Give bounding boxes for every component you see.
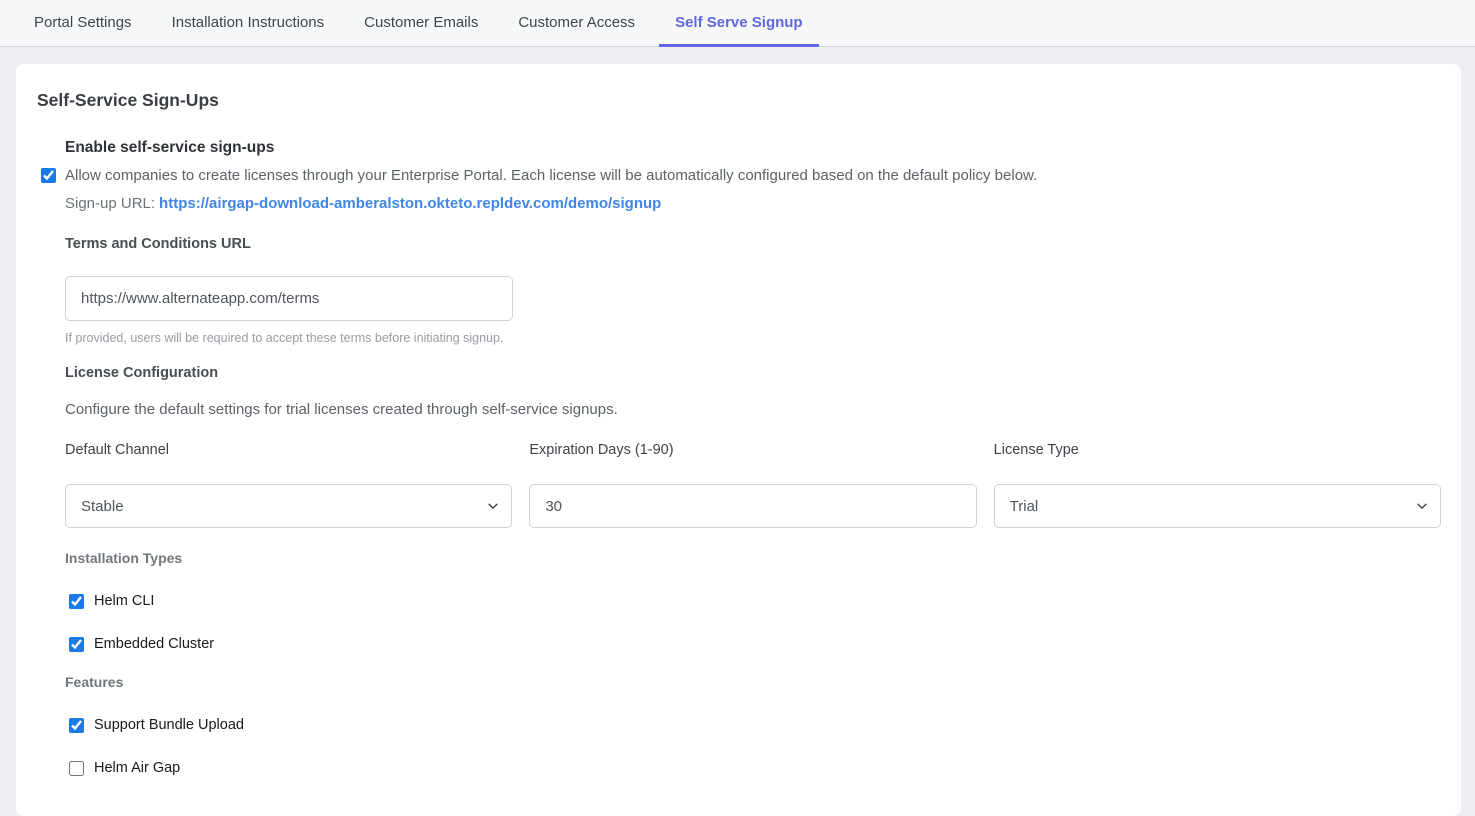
enable-signups-row: Allow companies to create licenses throu… bbox=[41, 166, 1441, 186]
features-heading: Features bbox=[65, 674, 1441, 690]
license-configuration-description: Configure the default settings for trial… bbox=[65, 401, 1441, 418]
page-title: Self-Service Sign-Ups bbox=[37, 90, 1441, 111]
embedded-cluster-row: Embedded Cluster bbox=[69, 636, 1441, 652]
license-type-field: License Type Trial bbox=[994, 442, 1441, 528]
default-channel-select[interactable]: Stable bbox=[65, 484, 512, 528]
expiration-days-input[interactable] bbox=[529, 484, 976, 528]
self-service-signups-panel: Self-Service Sign-Ups Enable self-servic… bbox=[16, 64, 1461, 816]
enable-signups-description: Allow companies to create licenses throu… bbox=[65, 166, 1037, 186]
license-configuration-heading: License Configuration bbox=[65, 365, 1441, 381]
signup-settings-form: Enable self-service sign-ups Allow compa… bbox=[65, 139, 1441, 776]
signup-url-link[interactable]: https://airgap-download-amberalston.okte… bbox=[159, 195, 661, 212]
embedded-cluster-label[interactable]: Embedded Cluster bbox=[94, 636, 214, 652]
license-type-select[interactable]: Trial bbox=[994, 484, 1441, 528]
support-bundle-upload-checkbox[interactable] bbox=[69, 718, 84, 733]
tab-customer-access[interactable]: Customer Access bbox=[502, 0, 651, 47]
terms-url-help-text: If provided, users will be required to a… bbox=[65, 331, 1441, 345]
helm-cli-row: Helm CLI bbox=[69, 593, 1441, 609]
settings-tab-bar: Portal Settings Installation Instruction… bbox=[0, 0, 1475, 47]
embedded-cluster-checkbox[interactable] bbox=[69, 637, 84, 652]
signup-url-line: Sign-up URL:https://airgap-download-ambe… bbox=[65, 195, 1441, 212]
default-channel-field: Default Channel Stable bbox=[65, 442, 512, 528]
tab-portal-settings[interactable]: Portal Settings bbox=[18, 0, 148, 47]
license-config-fields: Default Channel Stable Expiration Days (… bbox=[65, 442, 1441, 528]
expiration-days-label: Expiration Days (1-90) bbox=[529, 442, 976, 458]
support-bundle-upload-row: Support Bundle Upload bbox=[69, 717, 1441, 733]
terms-url-label: Terms and Conditions URL bbox=[65, 236, 1441, 252]
helm-cli-label[interactable]: Helm CLI bbox=[94, 593, 154, 609]
tab-installation-instructions[interactable]: Installation Instructions bbox=[156, 0, 341, 47]
terms-url-input[interactable] bbox=[65, 276, 513, 321]
tab-customer-emails[interactable]: Customer Emails bbox=[348, 0, 494, 47]
tab-self-serve-signup[interactable]: Self Serve Signup bbox=[659, 0, 819, 47]
support-bundle-upload-label[interactable]: Support Bundle Upload bbox=[94, 717, 244, 733]
enable-signups-checkbox[interactable] bbox=[41, 168, 56, 183]
enable-signups-heading: Enable self-service sign-ups bbox=[65, 139, 1441, 157]
helm-cli-checkbox[interactable] bbox=[69, 594, 84, 609]
installation-types-heading: Installation Types bbox=[65, 550, 1441, 566]
license-type-label: License Type bbox=[994, 442, 1441, 458]
signup-url-label: Sign-up URL: bbox=[65, 195, 155, 212]
expiration-days-field: Expiration Days (1-90) bbox=[529, 442, 976, 528]
default-channel-label: Default Channel bbox=[65, 442, 512, 458]
